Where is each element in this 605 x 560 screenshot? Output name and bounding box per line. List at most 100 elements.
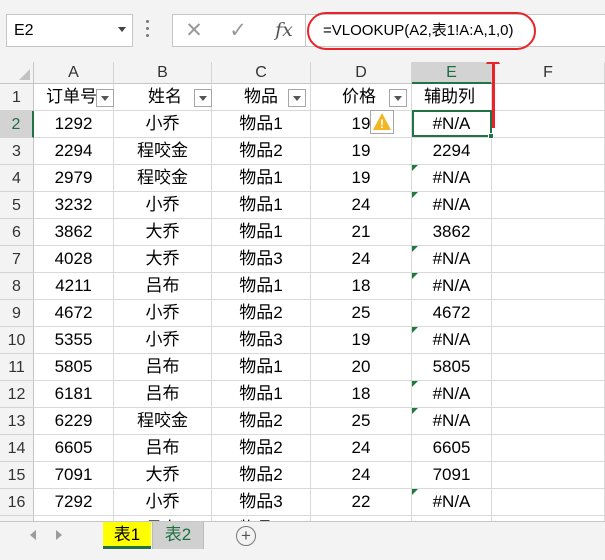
row-header-14[interactable]: 14 [0,435,34,462]
table-cell[interactable]: 物品1 [212,354,311,381]
filter-dropdown-icon[interactable] [96,89,114,107]
row-header-7[interactable]: 7 [0,246,34,273]
table-cell[interactable]: 4672 [34,300,114,327]
table-cell[interactable]: 物品1 [212,219,311,246]
table-cell[interactable]: 20 [311,354,412,381]
table-cell[interactable]: 程咬金 [114,138,212,165]
fill-handle[interactable] [488,133,494,139]
table-cell[interactable]: 小乔 [114,327,212,354]
table-cell[interactable] [492,489,605,516]
row-header-9[interactable]: 9 [0,300,34,327]
row-header-10[interactable]: 10 [0,327,34,354]
table-cell[interactable]: 6605 [412,435,492,462]
table-cell[interactable]: 5805 [412,354,492,381]
table-cell[interactable]: #N/A [412,111,492,138]
more-dots-icon[interactable] [145,20,151,40]
table-cell[interactable] [492,354,605,381]
table-cell[interactable]: 5355 [34,327,114,354]
cell-f1[interactable] [492,84,605,111]
table-cell[interactable]: 18 [311,273,412,300]
table-cell[interactable]: 大乔 [114,246,212,273]
table-cell[interactable]: 21 [311,219,412,246]
select-all-corner[interactable] [0,62,34,84]
table-cell[interactable] [492,165,605,192]
header-cell-d[interactable]: 价格 [311,84,412,111]
table-cell[interactable]: 24 [311,246,412,273]
table-cell[interactable] [492,408,605,435]
table-cell[interactable]: 小乔 [114,111,212,138]
table-cell[interactable]: 大乔 [114,219,212,246]
table-cell[interactable]: 24 [311,192,412,219]
table-cell[interactable]: 吕布 [114,381,212,408]
insert-function-icon[interactable]: fx [267,15,301,46]
sheet-tab-1[interactable]: 表1 [103,522,151,549]
table-cell[interactable]: 2979 [34,165,114,192]
table-cell[interactable] [492,462,605,489]
table-cell[interactable] [492,300,605,327]
table-cell[interactable]: 4211 [34,273,114,300]
header-cell-e[interactable]: 辅助列 [412,84,492,111]
table-cell[interactable]: 6229 [34,408,114,435]
table-cell[interactable]: 19 [311,327,412,354]
table-cell[interactable]: 19 [311,165,412,192]
table-cell[interactable]: 大乔 [114,462,212,489]
table-cell[interactable]: #N/A [412,246,492,273]
name-box[interactable]: E2 [6,14,133,47]
table-cell[interactable] [492,192,605,219]
table-cell[interactable]: 24 [311,435,412,462]
table-cell[interactable]: 物品1 [212,381,311,408]
table-cell[interactable]: 物品2 [212,300,311,327]
table-cell[interactable]: 7292 [34,489,114,516]
table-cell[interactable]: 2294 [412,138,492,165]
warning-icon[interactable]: ! [370,110,394,134]
table-cell[interactable]: 程咬金 [114,408,212,435]
row-header-12[interactable]: 12 [0,381,34,408]
row-header-11[interactable]: 11 [0,354,34,381]
table-cell[interactable]: 物品3 [212,327,311,354]
column-header-e[interactable]: E [412,62,492,84]
table-cell[interactable]: 吕布 [114,273,212,300]
table-cell[interactable]: #N/A [412,327,492,354]
table-cell[interactable]: 小乔 [114,300,212,327]
row-header-4[interactable]: 4 [0,165,34,192]
table-cell[interactable] [492,111,605,138]
filter-dropdown-icon[interactable] [194,89,212,107]
table-cell[interactable]: 19 [311,111,412,138]
table-cell[interactable] [492,138,605,165]
table-cell[interactable]: 3862 [34,219,114,246]
column-header-b[interactable]: B [114,62,212,84]
scroll-left-icon[interactable] [30,530,36,540]
table-cell[interactable]: 物品3 [212,489,311,516]
table-cell[interactable]: 22 [311,489,412,516]
row-header-8[interactable]: 8 [0,273,34,300]
table-cell[interactable] [492,273,605,300]
table-cell[interactable] [492,246,605,273]
table-cell[interactable] [492,327,605,354]
table-cell[interactable]: 24 [311,462,412,489]
table-cell[interactable]: #N/A [412,192,492,219]
table-cell[interactable] [492,435,605,462]
table-cell[interactable]: 19 [311,138,412,165]
table-cell[interactable]: 7091 [34,462,114,489]
table-cell[interactable]: 物品3 [212,246,311,273]
filter-dropdown-icon[interactable] [389,89,407,107]
column-header-c[interactable]: C [212,62,311,84]
table-cell[interactable]: 物品2 [212,435,311,462]
table-cell[interactable]: 4672 [412,300,492,327]
table-cell[interactable]: 4028 [34,246,114,273]
table-cell[interactable]: 3862 [412,219,492,246]
table-cell[interactable]: 物品1 [212,192,311,219]
table-cell[interactable]: 物品2 [212,462,311,489]
table-cell[interactable]: 物品1 [212,111,311,138]
table-cell[interactable]: #N/A [412,408,492,435]
table-cell[interactable]: 25 [311,408,412,435]
table-cell[interactable]: #N/A [412,165,492,192]
row-header-1[interactable]: 1 [0,84,34,111]
table-cell[interactable]: 1292 [34,111,114,138]
table-cell[interactable]: #N/A [412,273,492,300]
header-cell-a[interactable]: 订单号 [34,84,114,111]
cancel-icon[interactable]: ✕ [177,15,211,46]
table-cell[interactable]: #N/A [412,489,492,516]
table-cell[interactable] [492,219,605,246]
column-header-f[interactable]: F [492,62,605,84]
